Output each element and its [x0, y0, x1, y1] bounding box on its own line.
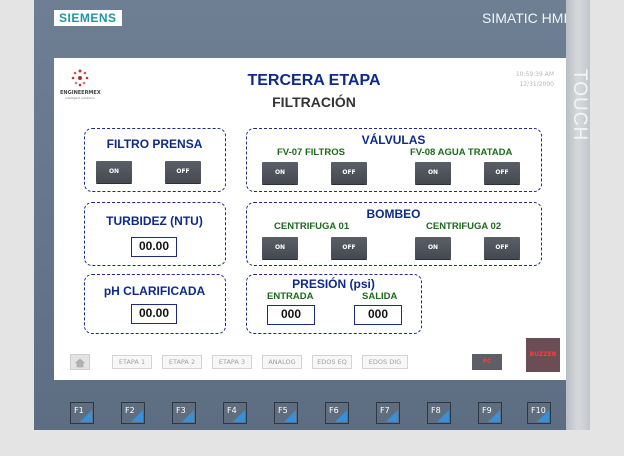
home-button[interactable] [70, 354, 90, 370]
centrifuga-02-label: CENTRIFUGA 02 [426, 221, 502, 232]
entrada-value: 000 [267, 305, 315, 325]
fkey-f10[interactable]: F10 [527, 402, 551, 424]
company-logo-icon [71, 69, 89, 87]
nav-etapa-2[interactable]: ETAPA 2 [162, 355, 202, 369]
clock-display: 10:59:39 AM 12/31/2000 [464, 70, 554, 90]
touch-label: TOUCH [569, 68, 590, 142]
company-tagline: intelligent solutions [65, 96, 95, 100]
pc-button[interactable]: PC [472, 354, 502, 370]
home-icon [74, 358, 86, 368]
valvulas-panel: VÁLVULAS FV-07 FILTROS FV-08 AGUA TRATAD… [246, 128, 542, 192]
ph-panel: pH CLARIFICADA 00.00 [84, 274, 226, 334]
turbidez-title: TURBIDEZ (NTU) [106, 214, 203, 228]
nav-etapa-1[interactable]: ETAPA 1 [112, 355, 152, 369]
fv08-on-button[interactable]: ON [415, 162, 451, 184]
fkey-f5[interactable]: F5 [274, 402, 298, 424]
presion-title: PRESIÓN (psi) [292, 277, 375, 291]
buzzer-button[interactable]: BUZZER [526, 338, 560, 372]
fv07-on-button[interactable]: ON [262, 162, 298, 184]
filtro-prensa-title: FILTRO PRENSA [106, 137, 203, 151]
filtro-prensa-off-button[interactable]: OFF [165, 161, 201, 183]
fkey-f4[interactable]: F4 [223, 402, 247, 424]
centrifuga-01-off-button[interactable]: OFF [331, 237, 367, 259]
hmi-screen: ENGINEERMEX intelligent solutions TERCER… [54, 58, 566, 380]
centrifuga-02-on-button[interactable]: ON [415, 237, 451, 259]
nav-edos-dig[interactable]: EDOS DIG [362, 355, 408, 369]
filtro-prensa-on-button[interactable]: ON [96, 161, 132, 183]
fv07-off-button[interactable]: OFF [331, 162, 367, 184]
fkey-f8[interactable]: F8 [427, 402, 451, 424]
fkey-f9[interactable]: F9 [478, 402, 502, 424]
company-logo: ENGINEERMEX intelligent solutions [60, 68, 101, 104]
fv07-label: FV-07 FILTROS [277, 147, 345, 158]
fkey-f2[interactable]: F2 [121, 402, 145, 424]
turbidez-value: 00.00 [131, 237, 177, 257]
salida-value: 000 [354, 305, 402, 325]
simatic-brand: SIMATIC HMI [482, 10, 568, 26]
clock-time: 10:59:39 AM [515, 71, 554, 78]
fv08-off-button[interactable]: OFF [484, 162, 520, 184]
turbidez-panel: TURBIDEZ (NTU) 00.00 [84, 202, 226, 266]
centrifuga-01-label: CENTRIFUGA 01 [274, 221, 350, 232]
nav-etapa-3[interactable]: ETAPA 3 [212, 355, 252, 369]
nav-analog[interactable]: ANALOG [262, 355, 302, 369]
salida-label: SALIDA [362, 291, 398, 302]
fv08-label: FV-08 AGUA TRATADA [410, 147, 513, 158]
fkey-f6[interactable]: F6 [325, 402, 349, 424]
nav-edos-eq[interactable]: EDOS EQ [312, 355, 352, 369]
ph-title: pH CLARIFICADA [103, 284, 206, 298]
presion-panel: PRESIÓN (psi) ENTRADA SALIDA 000 000 [246, 274, 422, 334]
ph-value: 00.00 [131, 304, 177, 324]
clock-date: 12/31/2000 [519, 81, 554, 88]
page-subtitle: FILTRACIÓN [272, 94, 356, 110]
bombeo-panel: BOMBEO CENTRIFUGA 01 CENTRIFUGA 02 ON OF… [246, 202, 542, 266]
entrada-label: ENTRADA [267, 291, 314, 302]
fkey-f3[interactable]: F3 [172, 402, 196, 424]
fkey-f7[interactable]: F7 [376, 402, 400, 424]
filtro-prensa-panel: FILTRO PRENSA ON OFF [84, 128, 226, 192]
centrifuga-02-off-button[interactable]: OFF [484, 237, 520, 259]
bombeo-title: BOMBEO [366, 207, 421, 221]
siemens-logo: SIEMENS [54, 10, 122, 26]
valvulas-title: VÁLVULAS [361, 133, 426, 147]
centrifuga-01-on-button[interactable]: ON [262, 237, 298, 259]
page-title: TERCERA ETAPA [247, 72, 381, 89]
fkey-f1[interactable]: F1 [70, 402, 94, 424]
